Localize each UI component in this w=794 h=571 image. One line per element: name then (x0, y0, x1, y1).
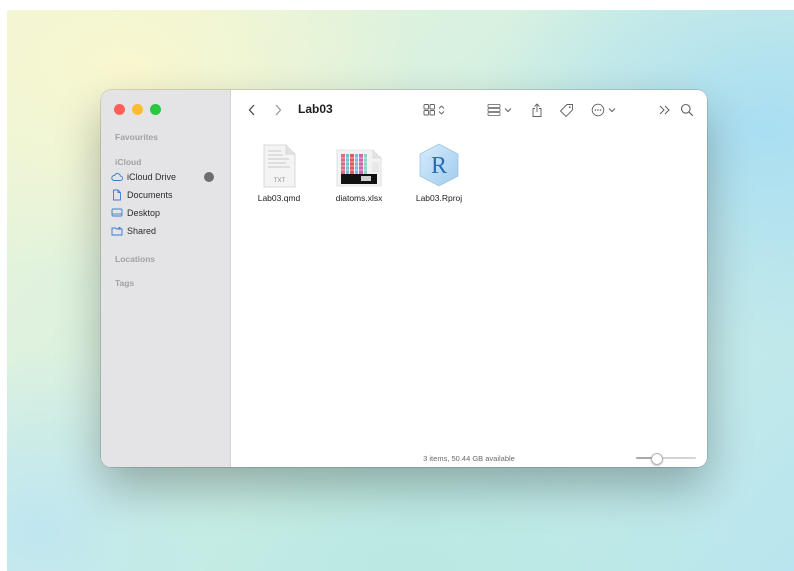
search-icon (680, 103, 694, 117)
desktop-icon (111, 207, 123, 219)
share-button[interactable] (530, 101, 544, 119)
file-name: Lab03.Rproj (415, 193, 463, 203)
status-text: 3 items, 50.44 GB available (423, 453, 515, 463)
slider-knob[interactable] (651, 453, 663, 465)
sidebar-item-label: Desktop (127, 208, 161, 218)
cloud-icon (111, 171, 123, 183)
file-item-diatoms-xlsx[interactable]: diatoms.xlsx (319, 142, 399, 203)
r-project-icon: R (419, 143, 459, 187)
sidebar-item-label: Shared (127, 226, 157, 236)
text-file-icon: TXT (263, 144, 296, 188)
file-item-lab03-rproj[interactable]: R Lab03.Rproj (399, 142, 479, 203)
toolbar: Lab03 (231, 90, 707, 130)
ellipsis-circle-icon (591, 103, 616, 117)
sync-status-icon (204, 172, 214, 182)
file-browser: Lab03 TXT Lab03.qmd diatoms.xlsx R Lab03… (231, 90, 707, 467)
file-name: Lab03.qmd (257, 193, 301, 203)
more-actions-button[interactable] (591, 101, 619, 119)
tag-icon (559, 103, 573, 117)
back-button[interactable] (245, 101, 259, 119)
icon-size-slider[interactable] (636, 453, 696, 465)
shared-folder-icon (111, 225, 123, 237)
zoom-button[interactable] (150, 104, 161, 115)
share-icon (532, 102, 542, 117)
tag-button[interactable] (558, 101, 574, 119)
toolbar-overflow-button[interactable] (657, 101, 673, 119)
window-title: Lab03 (298, 102, 333, 116)
sidebar-item-shared[interactable]: Shared (111, 223, 223, 239)
sidebar-item-label: iCloud Drive (127, 172, 177, 182)
sidebar-section-icloud[interactable]: iCloud (115, 157, 141, 167)
finder-window: Favourites iCloud iCloud Drive Documents… (101, 90, 707, 467)
chevron-right-icon (275, 104, 282, 116)
group-icon (487, 104, 512, 116)
close-button[interactable] (114, 104, 125, 115)
file-name: diatoms.xlsx (335, 193, 383, 203)
view-mode-button[interactable] (423, 101, 449, 119)
forward-button[interactable] (271, 101, 285, 119)
sidebar-section-favourites[interactable]: Favourites (115, 132, 158, 142)
file-item-lab03-qmd[interactable]: TXT Lab03.qmd (239, 142, 319, 203)
double-chevron-icon (659, 105, 670, 115)
minimize-button[interactable] (132, 104, 143, 115)
traffic-lights (114, 104, 161, 115)
icon-grid-icon (423, 104, 445, 116)
sidebar-section-locations[interactable]: Locations (115, 254, 155, 264)
sidebar-item-desktop[interactable]: Desktop (111, 205, 223, 221)
sidebar-section-tags[interactable]: Tags (115, 278, 134, 288)
document-icon (111, 189, 123, 201)
chevron-left-icon (248, 104, 255, 116)
group-button[interactable] (487, 101, 515, 119)
spreadsheet-thumbnail-icon (336, 149, 382, 187)
sidebar-item-label: Documents (127, 190, 173, 200)
r-letter: R (431, 153, 447, 179)
sidebar-item-documents[interactable]: Documents (111, 187, 223, 203)
search-button[interactable] (679, 101, 695, 119)
txt-badge: TXT (274, 178, 286, 184)
sidebar: Favourites iCloud iCloud Drive Documents… (101, 90, 231, 467)
